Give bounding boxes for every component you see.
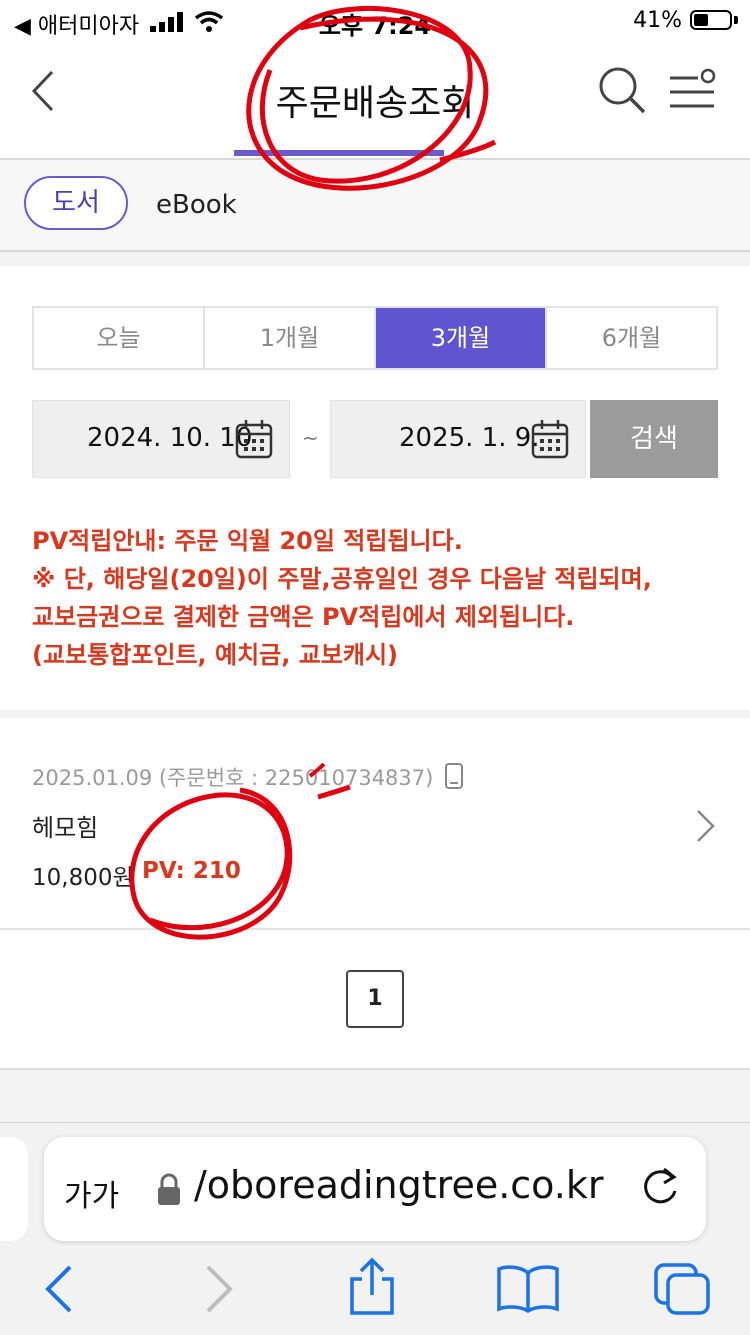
forward-arrow-icon[interactable] <box>202 1263 238 1315</box>
annotation-tick <box>308 762 326 778</box>
url-text: /oboreadingtree.co.kr <box>194 1163 604 1207</box>
lock-icon <box>158 1173 180 1205</box>
previous-tab-edge[interactable] <box>0 1137 28 1241</box>
annotation-circle-title <box>246 5 489 191</box>
browser-bar: 가가 /oboreadingtree.co.kr <box>0 1122 750 1335</box>
annotation-circle-pv <box>129 787 293 940</box>
bookmarks-icon[interactable] <box>496 1263 560 1313</box>
tabs-icon[interactable] <box>654 1263 712 1317</box>
annotation-dash <box>317 784 351 800</box>
reload-icon[interactable] <box>638 1165 682 1209</box>
back-arrow-icon[interactable] <box>40 1263 76 1315</box>
address-bar[interactable]: 가가 /oboreadingtree.co.kr <box>44 1137 706 1241</box>
reader-settings-button[interactable]: 가가 <box>64 1171 119 1215</box>
share-icon[interactable] <box>346 1257 398 1317</box>
